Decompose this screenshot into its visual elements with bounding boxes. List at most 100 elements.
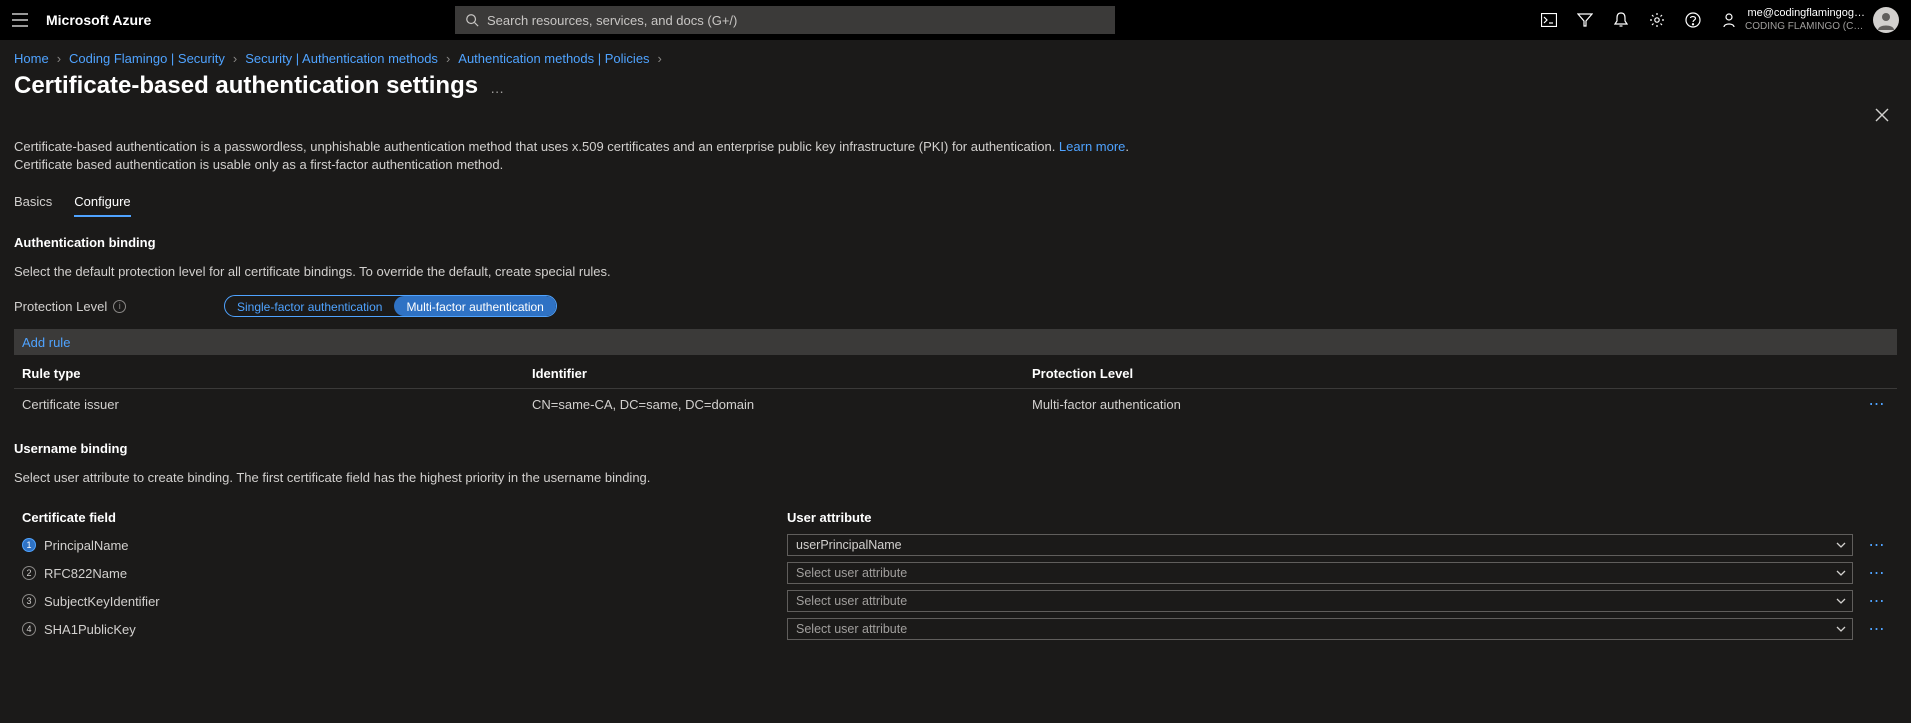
rank-badge: 2 — [22, 566, 36, 580]
avatar-icon — [1876, 10, 1896, 30]
section-user-binding-desc: Select user attribute to create binding.… — [14, 470, 1897, 485]
breadcrumb: Home › Coding Flamingo | Security › Secu… — [14, 46, 1897, 70]
col-identifier: Identifier — [532, 366, 1032, 381]
user-attribute-select[interactable]: userPrincipalName — [787, 534, 1853, 556]
cloud-shell-icon[interactable] — [1532, 0, 1566, 40]
user-binding-row: 3 SubjectKeyIdentifier Select user attribu… — [14, 587, 1897, 615]
certificate-field-name: SubjectKeyIdentifier — [44, 594, 160, 609]
hamburger-icon — [12, 13, 28, 27]
page-content: Home › Coding Flamingo | Security › Secu… — [0, 40, 1911, 723]
certificate-field-name: PrincipalName — [44, 538, 129, 553]
chevron-down-icon — [1836, 596, 1846, 606]
breadcrumb-item-auth-methods[interactable]: Security | Authentication methods — [245, 51, 438, 66]
search-placeholder: Search resources, services, and docs (G+… — [487, 13, 737, 28]
avatar[interactable] — [1873, 7, 1899, 33]
col-protection: Protection Level — [1032, 366, 1857, 381]
user-attribute-value: Select user attribute — [796, 594, 907, 608]
section-user-binding-title: Username binding — [14, 441, 1897, 456]
user-attribute-value: Select user attribute — [796, 566, 907, 580]
page-title-row: Certificate-based authentication setting… — [14, 72, 1897, 100]
certificate-field-cell: 1 PrincipalName — [22, 538, 787, 553]
user-attribute-select[interactable]: Select user attribute — [787, 562, 1853, 584]
account-area[interactable]: me@codingflamingog… CODING FLAMINGO (COD… — [1745, 7, 1899, 33]
account-text: me@codingflamingog… CODING FLAMINGO (COD… — [1745, 7, 1865, 33]
add-rule-link[interactable]: Add rule — [22, 335, 70, 350]
protection-level-toggle: Single-factor authentication Multi-facto… — [224, 295, 557, 317]
chevron-right-icon: › — [57, 51, 61, 66]
help-icon[interactable] — [1676, 0, 1710, 40]
feedback-icon[interactable] — [1712, 0, 1746, 40]
brand-label[interactable]: Microsoft Azure — [46, 12, 151, 28]
top-icon-tray — [1532, 0, 1746, 40]
section-auth-binding-title: Authentication binding — [14, 235, 1897, 250]
pill-multi-factor[interactable]: Multi-factor authentication — [394, 296, 555, 316]
chevron-right-icon: › — [658, 51, 662, 66]
user-binding-row-menu[interactable]: ⋯ — [1857, 535, 1897, 555]
chevron-right-icon: › — [233, 51, 237, 66]
account-directory: CODING FLAMINGO (CODINGFL… — [1745, 20, 1865, 33]
pill-single-factor[interactable]: Single-factor authentication — [225, 296, 394, 316]
account-email: me@codingflamingog… — [1745, 7, 1865, 20]
global-search-input[interactable]: Search resources, services, and docs (G+… — [455, 6, 1115, 34]
protection-level-text: Protection Level — [14, 299, 107, 314]
col-user-attribute: User attribute — [787, 510, 1857, 525]
tab-basics[interactable]: Basics — [14, 194, 52, 217]
intro-line1: Certificate-based authentication is a pa… — [14, 139, 1059, 154]
protection-level-row: Protection Level i Single-factor authent… — [14, 295, 1897, 317]
tab-configure[interactable]: Configure — [74, 194, 130, 217]
user-binding-rows: 1PrincipalNameuserPrincipalName⋯2RFC822N… — [14, 531, 1897, 643]
intro-period: . — [1125, 139, 1129, 154]
breadcrumb-item-policies[interactable]: Authentication methods | Policies — [458, 51, 649, 66]
section-auth-binding-desc: Select the default protection level for … — [14, 264, 1897, 279]
breadcrumb-item-security[interactable]: Coding Flamingo | Security — [69, 51, 225, 66]
tabs: Basics Configure — [14, 194, 1897, 217]
rank-badge: 4 — [22, 622, 36, 636]
user-binding-row-menu[interactable]: ⋯ — [1857, 563, 1897, 583]
rule-row[interactable]: Certificate issuer CN=same-CA, DC=same, … — [14, 389, 1897, 419]
user-binding-row-menu[interactable]: ⋯ — [1857, 591, 1897, 611]
col-rule-type: Rule type — [22, 366, 532, 381]
certificate-field-cell: 4 SHA1PublicKey — [22, 622, 787, 637]
intro-line2: Certificate based authentication is usab… — [14, 157, 503, 172]
rank-badge: 3 — [22, 594, 36, 608]
rank-badge: 1 — [22, 538, 36, 552]
user-binding-row: 2RFC822Name Select user attribute ⋯ — [14, 559, 1897, 587]
close-button[interactable] — [1875, 108, 1889, 125]
rules-table: Rule type Identifier Protection Level Ce… — [14, 359, 1897, 419]
hamburger-menu[interactable] — [0, 0, 40, 40]
page-actions-menu[interactable]: … — [490, 80, 505, 96]
directory-filter-icon[interactable] — [1568, 0, 1602, 40]
chevron-down-icon — [1836, 624, 1846, 634]
user-binding-row: 4 SHA1PublicKey Select user attribute⋯ — [14, 615, 1897, 643]
rule-identifier-cell: CN=same-CA, DC=same, DC=domain — [532, 397, 1032, 412]
intro-text: Certificate-based authentication is a pa… — [14, 138, 1897, 174]
page-title: Certificate-based authentication setting… — [14, 72, 478, 100]
rules-block: Add rule Rule type Identifier Protection… — [14, 329, 1897, 419]
rule-row-menu[interactable]: ⋯ — [1857, 394, 1897, 414]
protection-level-label: Protection Level i — [14, 299, 214, 314]
certificate-field-cell: 3 SubjectKeyIdentifier — [22, 594, 787, 609]
add-rule-bar: Add rule — [14, 329, 1897, 355]
top-bar: Microsoft Azure Search resources, servic… — [0, 0, 1911, 40]
learn-more-link[interactable]: Learn more — [1059, 139, 1125, 154]
search-icon — [465, 13, 479, 27]
user-binding-header: Certificate field User attribute — [14, 503, 1897, 531]
col-certificate-field: Certificate field — [22, 510, 787, 525]
user-attribute-value: userPrincipalName — [796, 538, 902, 552]
user-binding-row: 1 PrincipalName userPrincipalName ⋯ — [14, 531, 1897, 559]
notifications-icon[interactable] — [1604, 0, 1638, 40]
rule-protection-cell: Multi-factor authentication — [1032, 397, 1857, 412]
breadcrumb-item-home[interactable]: Home — [14, 51, 49, 66]
rule-type-cell: Certificate issuer — [22, 397, 532, 412]
chevron-down-icon — [1836, 568, 1846, 578]
user-binding-row-menu[interactable]: ⋯ — [1857, 619, 1897, 639]
user-attribute-select[interactable]: Select user attribute — [787, 590, 1853, 612]
certificate-field-cell: 2RFC822Name — [22, 566, 787, 581]
close-icon — [1875, 108, 1889, 122]
certificate-field-name: SHA1PublicKey — [44, 622, 136, 637]
chevron-right-icon: › — [446, 51, 450, 66]
rules-table-header: Rule type Identifier Protection Level — [14, 359, 1897, 389]
user-attribute-select[interactable]: Select user attribute — [787, 618, 1853, 640]
info-icon[interactable]: i — [113, 300, 126, 313]
settings-gear-icon[interactable] — [1640, 0, 1674, 40]
